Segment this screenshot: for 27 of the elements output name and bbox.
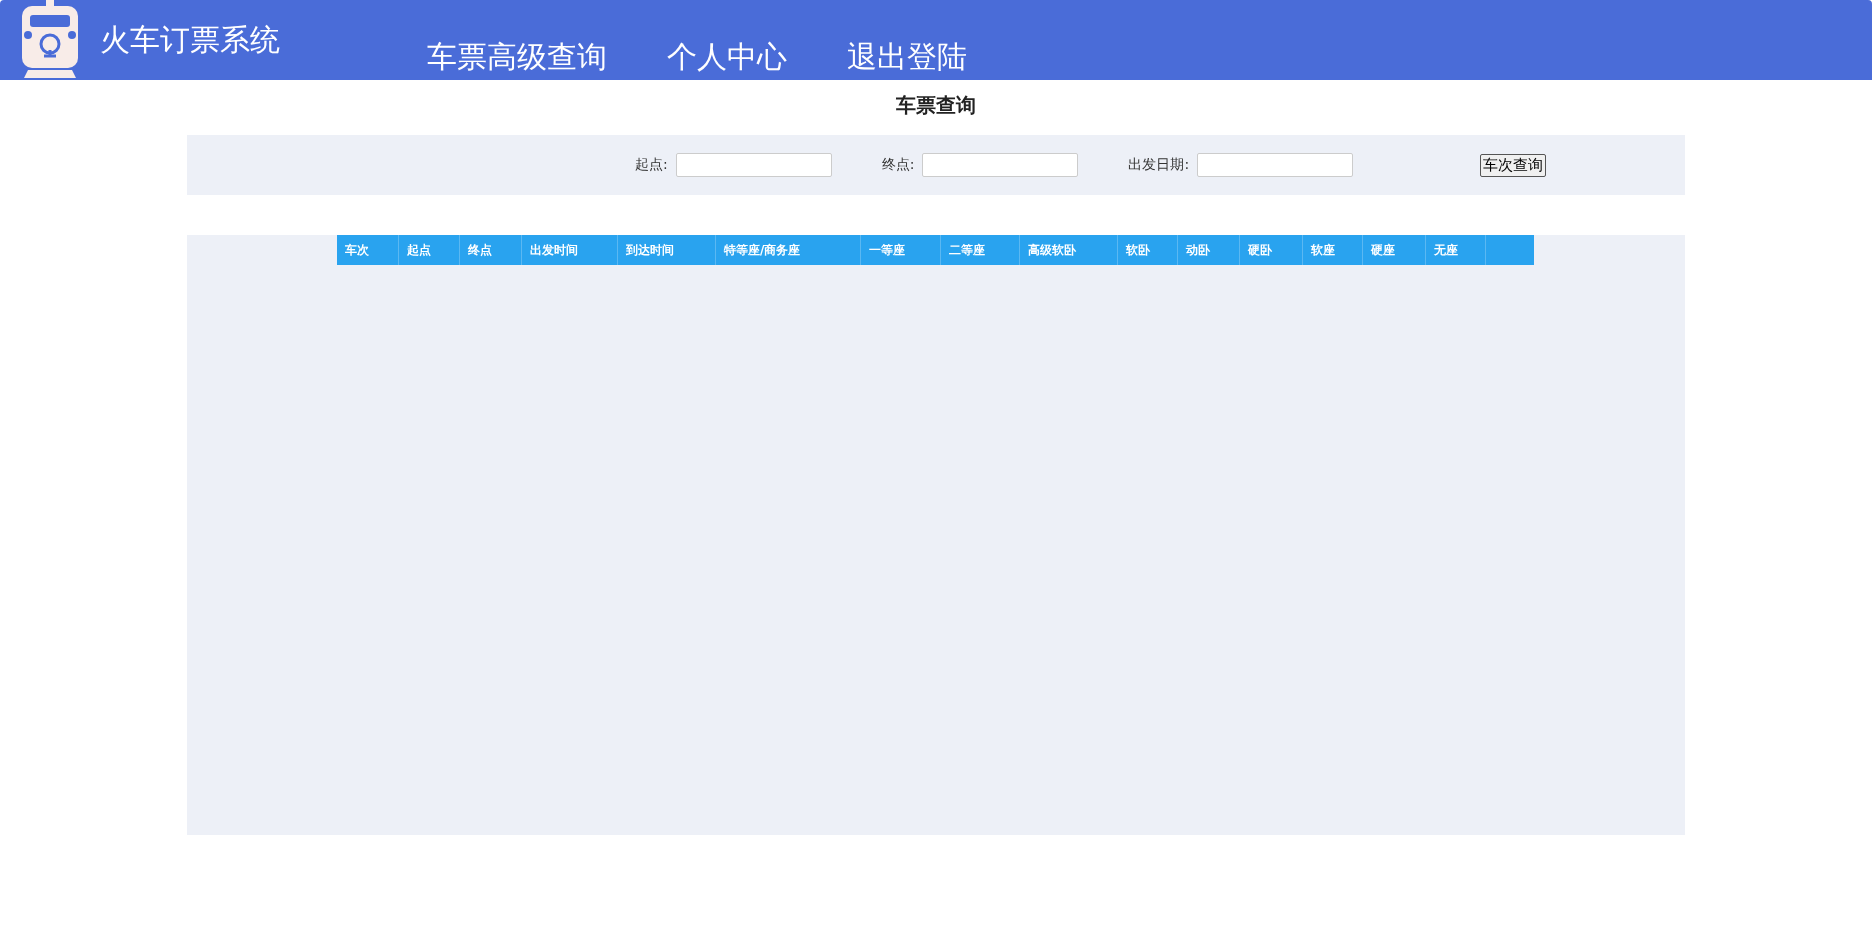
input-field[interactable]: [675, 153, 832, 177]
column-header: 终点: [460, 235, 522, 265]
column-header: 起点: [399, 235, 460, 265]
column-header: 到达时间: [618, 235, 716, 265]
field-label: 出发日期:: [1128, 156, 1190, 174]
column-header: 一等座: [861, 235, 941, 265]
column-header: 无座: [1426, 235, 1486, 265]
nav-link[interactable]: 车票高级查询: [427, 37, 607, 80]
nav-link[interactable]: 退出登陆: [847, 37, 967, 80]
column-header: 高级软卧: [1020, 235, 1118, 265]
column-header: 软座: [1303, 235, 1363, 265]
column-header: 出发时间: [522, 235, 618, 265]
input-field[interactable]: [1197, 153, 1354, 177]
page-title: 车票查询: [896, 92, 976, 119]
field-label: 终点:: [881, 156, 915, 174]
input-field[interactable]: [922, 153, 1079, 177]
field-label: 起点:: [635, 156, 668, 174]
column-header: 二等座: [941, 235, 1020, 265]
column-header: 动卧: [1178, 235, 1240, 265]
column-header: 硬座: [1363, 235, 1426, 265]
nav-link[interactable]: 个人中心: [667, 37, 787, 80]
column-header: 软卧: [1118, 235, 1178, 265]
column-header: 硬卧: [1240, 235, 1303, 265]
column-header: 特等座/商务座: [716, 235, 861, 265]
search-button[interactable]: 车次查询: [1480, 153, 1547, 177]
app-title: 火车订票系统: [100, 21, 280, 59]
column-header: 车次: [337, 235, 399, 265]
